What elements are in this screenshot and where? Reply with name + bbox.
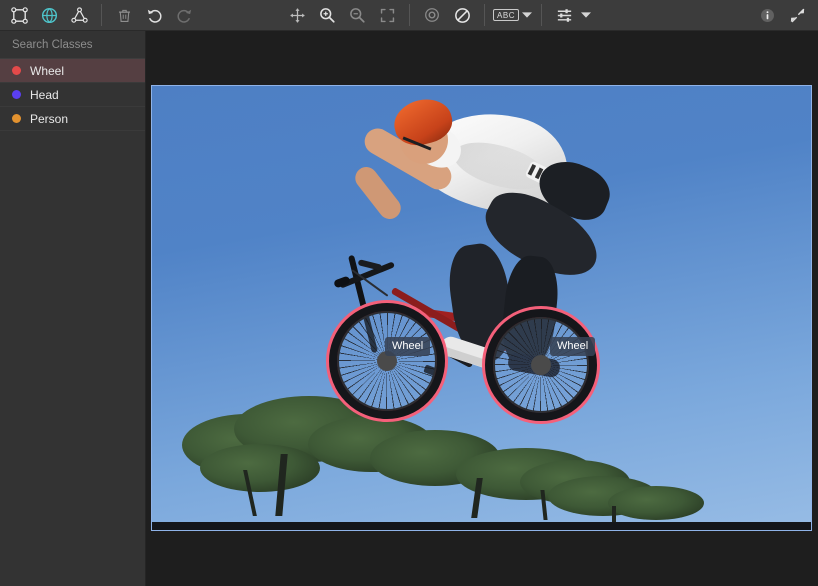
rear-wheel-hub (531, 355, 551, 375)
pan-move-icon[interactable] (283, 2, 311, 28)
image-canvas[interactable]: Wheel Wheel (147, 31, 818, 586)
display-settings-icon[interactable] (550, 2, 578, 28)
vertex-visibility-icon[interactable] (418, 2, 446, 28)
info-icon[interactable] (753, 2, 781, 28)
expand-icon[interactable] (783, 2, 811, 28)
search-input[interactable] (12, 38, 142, 51)
abc-label-toggle[interactable]: ABC (493, 2, 519, 28)
toolbar-divider-4 (541, 4, 542, 26)
toolbar-divider-3 (484, 4, 485, 26)
abc-label-text: ABC (493, 9, 519, 21)
class-label-head: Head (30, 87, 59, 102)
class-sidebar: Wheel Head Person (0, 31, 146, 586)
top-toolbar: ABC (0, 0, 818, 31)
settings-chevron-down-icon[interactable] (579, 11, 593, 19)
annotation-label-wheel-rear[interactable]: Wheel (550, 337, 596, 356)
polygon-tool-icon[interactable] (65, 2, 93, 28)
delete-icon[interactable] (110, 2, 138, 28)
polygon-brush-tool-icon[interactable] (35, 2, 63, 28)
toolbar-left-group (0, 0, 199, 30)
sidebar-item-person[interactable]: Person (0, 107, 145, 131)
undo-icon[interactable] (140, 2, 168, 28)
annotation-label-wheel-front[interactable]: Wheel (385, 337, 431, 356)
class-color-dot-head (12, 90, 21, 99)
annotation-tool-window: ABC Search Classes Wheel Head Person Whe… (0, 0, 818, 586)
ground-strip (152, 522, 811, 530)
photo-content: Wheel Wheel (152, 86, 811, 530)
search-classes-row[interactable] (0, 31, 145, 59)
zoom-in-icon[interactable] (313, 2, 341, 28)
annotated-image[interactable]: Wheel Wheel (151, 85, 812, 531)
hide-annotations-icon[interactable] (448, 2, 476, 28)
toolbar-right-group (752, 0, 812, 30)
rear-wheel (484, 308, 598, 422)
class-color-dot-wheel (12, 66, 21, 75)
class-label-person: Person (30, 111, 69, 126)
sidebar-item-head[interactable]: Head (0, 83, 145, 107)
zoom-out-icon[interactable] (343, 2, 371, 28)
redo-icon[interactable] (170, 2, 198, 28)
toolbar-divider (101, 4, 102, 26)
bounding-box-tool-icon[interactable] (5, 2, 33, 28)
toolbar-center-group: ABC (282, 0, 593, 30)
abc-chevron-down-icon[interactable] (520, 11, 534, 19)
sidebar-item-wheel[interactable]: Wheel (0, 59, 145, 83)
class-label-wheel: Wheel (30, 63, 65, 78)
tree-far-right (548, 462, 704, 524)
class-color-dot-person (12, 114, 21, 123)
toolbar-divider-2 (409, 4, 410, 26)
fit-to-screen-icon[interactable] (373, 2, 401, 28)
front-wheel (328, 302, 446, 420)
